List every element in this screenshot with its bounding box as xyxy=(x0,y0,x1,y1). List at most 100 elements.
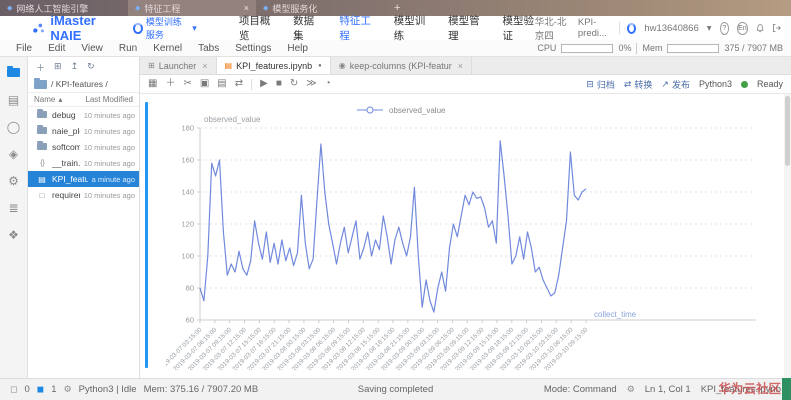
copy-cell-icon[interactable]: ▣ xyxy=(200,79,209,89)
language-icon[interactable]: En xyxy=(737,22,748,35)
insert-cell-icon[interactable]: ＋ xyxy=(165,79,175,89)
y-tick-label: 160 xyxy=(181,156,194,165)
breadcrumb[interactable]: / KPI-features / xyxy=(28,76,139,92)
column-last-modified[interactable]: Last Modified xyxy=(85,95,133,104)
scrollbar-thumb[interactable] xyxy=(785,96,790,166)
restart-kernel-icon[interactable]: ↻ xyxy=(290,79,298,89)
file-row[interactable]: { }__train.json10 minutes ago xyxy=(28,155,139,171)
naie-logo[interactable]: iMaster NAIE xyxy=(32,13,117,43)
project-label[interactable]: KPI-predi... xyxy=(578,17,611,39)
file-browser-toolbar: ＋ ⊞ ↥ ↻ xyxy=(28,57,139,76)
notebook-file-icon: ▤ xyxy=(36,175,48,184)
y-axis-title: observed_value xyxy=(204,115,261,124)
y-tick-label: 120 xyxy=(181,220,194,229)
tab-kpi-features-notebook[interactable]: ▤KPI_features.ipynb● xyxy=(217,57,331,74)
gear-icon[interactable]: ⚙ xyxy=(64,384,72,395)
action-label: 归档 xyxy=(597,78,615,91)
file-row[interactable]: □requireme...10 minutes ago xyxy=(28,187,139,203)
menu-tabs[interactable]: Tabs xyxy=(190,43,227,54)
file-browser-icon[interactable] xyxy=(7,67,20,79)
convert-button[interactable]: ⇄转换 xyxy=(624,78,653,91)
table-of-contents-icon[interactable]: ≣ xyxy=(8,202,18,214)
run-cell-icon[interactable]: ▶ xyxy=(260,79,268,89)
file-modified: 10 minutes ago xyxy=(84,127,135,136)
doc-tab-icon: ◉ xyxy=(339,61,346,70)
browser-tab-1[interactable]: ◆特征工程× xyxy=(128,0,256,16)
sort-asc-icon[interactable]: ▴ xyxy=(58,95,62,104)
close-icon[interactable]: × xyxy=(244,3,249,13)
new-launcher-icon[interactable]: ＋ xyxy=(36,61,45,74)
doc-tab-icon: ▤ xyxy=(225,61,233,70)
kernel-name-wrap[interactable]: Python3 xyxy=(699,79,732,89)
new-folder-icon[interactable]: ⊞ xyxy=(54,61,62,74)
refresh-icon[interactable]: ↻ xyxy=(87,61,95,74)
region-label[interactable]: 华北-北京四 xyxy=(535,14,570,42)
status-right: Mode: Command ⚙ Ln 1, Col 1 KPI_features… xyxy=(544,384,781,395)
move-cell-icon[interactable]: ⇄ xyxy=(235,79,243,89)
extensions-icon[interactable]: ❖ xyxy=(8,229,19,241)
terminals-icon[interactable]: ◻ xyxy=(10,384,17,395)
settings-tools-icon[interactable]: ⚙ xyxy=(8,175,19,187)
editor-mode[interactable]: Mode: Command xyxy=(544,384,617,395)
file-row[interactable]: softcomai10 minutes ago xyxy=(28,139,139,155)
run-all-cells-icon[interactable]: ≫ xyxy=(306,79,316,89)
nav-item-0[interactable]: 项目概览 xyxy=(239,13,271,43)
menu-kernel[interactable]: Kernel xyxy=(145,43,190,54)
nav-item-1[interactable]: 数据集 xyxy=(293,13,317,43)
kernel-name: Python3 xyxy=(699,79,732,89)
file-name: requireme... xyxy=(52,190,80,200)
upload-icon[interactable]: ↥ xyxy=(71,61,79,74)
git-icon[interactable]: ◈ xyxy=(9,148,18,160)
cursor-position[interactable]: Ln 1, Col 1 xyxy=(645,384,691,395)
status-message: Saving completed xyxy=(358,384,434,395)
active-cell-indicator xyxy=(145,102,148,368)
chevron-down-icon: ▾ xyxy=(192,23,197,34)
menu-settings[interactable]: Settings xyxy=(227,43,279,54)
nav-item-5[interactable]: 模型验证 xyxy=(502,13,534,43)
username[interactable]: hw13640866 xyxy=(644,23,698,34)
kernel-state[interactable]: Python3 | Idle xyxy=(79,384,137,395)
nav-item-4[interactable]: 模型管理 xyxy=(448,13,480,43)
column-name[interactable]: Name xyxy=(34,95,55,104)
document-tab-bar: ⊞Launcher×▤KPI_features.ipynb●◉keep-colu… xyxy=(140,57,791,75)
publish-button[interactable]: ↗发布 xyxy=(661,78,690,91)
paste-cell-icon[interactable]: ▤ xyxy=(217,79,226,89)
file-row[interactable]: naie_plotb 10 minutes ago xyxy=(28,123,139,139)
nav-item-3[interactable]: 模型训练 xyxy=(394,13,426,43)
account-avatar xyxy=(627,23,636,34)
menu-view[interactable]: View xyxy=(73,43,111,54)
menu-run[interactable]: Run xyxy=(111,43,145,54)
nav-item-2[interactable]: 特征工程 xyxy=(339,13,371,43)
kernels-icon[interactable]: ◼ xyxy=(37,384,44,395)
close-icon[interactable]: × xyxy=(202,61,207,71)
notebook-content[interactable]: 60801001201401601802019-03-07 03:15:0020… xyxy=(140,94,791,378)
settings-icon[interactable]: ⚙ xyxy=(627,384,635,395)
menu-help[interactable]: Help xyxy=(279,43,316,54)
status-bar: ◻ 0 ◼ 1 ⚙ Python3 | Idle Mem: 375.16 / 7… xyxy=(0,378,791,400)
running-sessions-icon[interactable]: ▤ xyxy=(8,94,19,106)
close-icon[interactable]: × xyxy=(458,61,463,71)
tab-keep-columns[interactable]: ◉keep-columns (KPI-featur× xyxy=(331,57,472,74)
scrollbar[interactable] xyxy=(784,94,791,378)
save-icon[interactable]: ▦ xyxy=(148,79,157,89)
cut-cell-icon[interactable]: ✂ xyxy=(183,79,191,89)
archive-button[interactable]: ⊟归档 xyxy=(586,78,615,91)
user-caret-icon[interactable]: ▾ xyxy=(707,23,712,34)
resource-monitor: CPU 0% Mem 375 / 7907 MB xyxy=(537,43,783,54)
bell-icon[interactable] xyxy=(756,22,764,35)
commands-icon[interactable]: ◯ xyxy=(7,121,20,133)
timer-icon[interactable]: ◔ xyxy=(325,79,331,89)
top-nav: 项目概览数据集特征工程模型训练模型管理模型验证 xyxy=(239,13,535,43)
file-name: naie_plotb xyxy=(52,126,80,136)
file-row[interactable]: debug10 minutes ago xyxy=(28,107,139,123)
file-row[interactable]: ▤KPI_featur...a minute ago xyxy=(28,171,139,187)
menu-edit[interactable]: Edit xyxy=(40,43,73,54)
observed-value-series-line xyxy=(200,141,586,312)
tab-launcher[interactable]: ⊞Launcher× xyxy=(140,57,217,74)
service-icon xyxy=(133,23,143,34)
help-icon[interactable]: ? xyxy=(720,22,730,35)
logout-icon[interactable] xyxy=(772,22,781,34)
interrupt-kernel-icon[interactable]: ■ xyxy=(276,79,282,89)
menu-file[interactable]: File xyxy=(8,43,40,54)
service-switcher[interactable]: 模型训练服务 ▾ xyxy=(133,15,197,41)
